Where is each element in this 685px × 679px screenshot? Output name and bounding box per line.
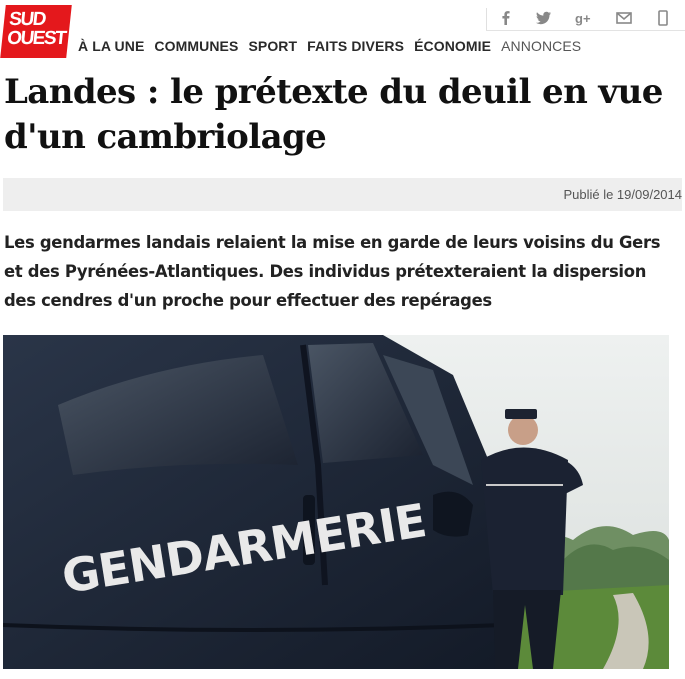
facebook-icon[interactable] <box>496 8 516 28</box>
gendarmerie-van-photo: GENDARMERIE <box>3 335 669 669</box>
nav-item-sport[interactable]: SPORT <box>248 38 297 56</box>
nav-item-faits-divers[interactable]: FAITS DIVERS <box>307 38 404 56</box>
article-lede: Les gendarmes landais relaient la mise e… <box>4 233 661 310</box>
nav-item-communes[interactable]: COMMUNES <box>154 38 238 56</box>
logo-line-2: OUEST <box>6 28 67 49</box>
nav-item-economie[interactable]: ÉCONOMIE <box>414 38 491 56</box>
svg-text:g+: g+ <box>575 11 591 26</box>
mail-icon[interactable] <box>614 8 634 28</box>
publication-date: Publié le 19/09/2014 <box>563 187 682 202</box>
publication-bar: Publié le 19/09/2014 <box>3 178 682 211</box>
nav-item-annonces[interactable]: ANNONCES <box>501 38 581 56</box>
article-photo[interactable]: GENDARMERIE <box>3 335 669 669</box>
share-bar: g+ <box>486 8 685 31</box>
share-divider <box>486 8 487 30</box>
nav-item-a-la-une[interactable]: À LA UNE <box>78 38 144 56</box>
sud-ouest-logo[interactable]: SUD OUEST <box>0 5 72 58</box>
article-title: Landes : le prétexte du deuil en vue d'u… <box>4 72 663 157</box>
twitter-icon[interactable] <box>534 8 554 28</box>
mobile-icon[interactable] <box>653 8 673 28</box>
googleplus-icon[interactable]: g+ <box>574 8 594 28</box>
logo-line-1: SUD <box>8 9 46 30</box>
main-nav: À LA UNE COMMUNES SPORT FAITS DIVERS ÉCO… <box>78 38 581 56</box>
site-header: SUD OUEST g+ À LA UNE COMMUNES SPORT FAI… <box>0 0 685 62</box>
